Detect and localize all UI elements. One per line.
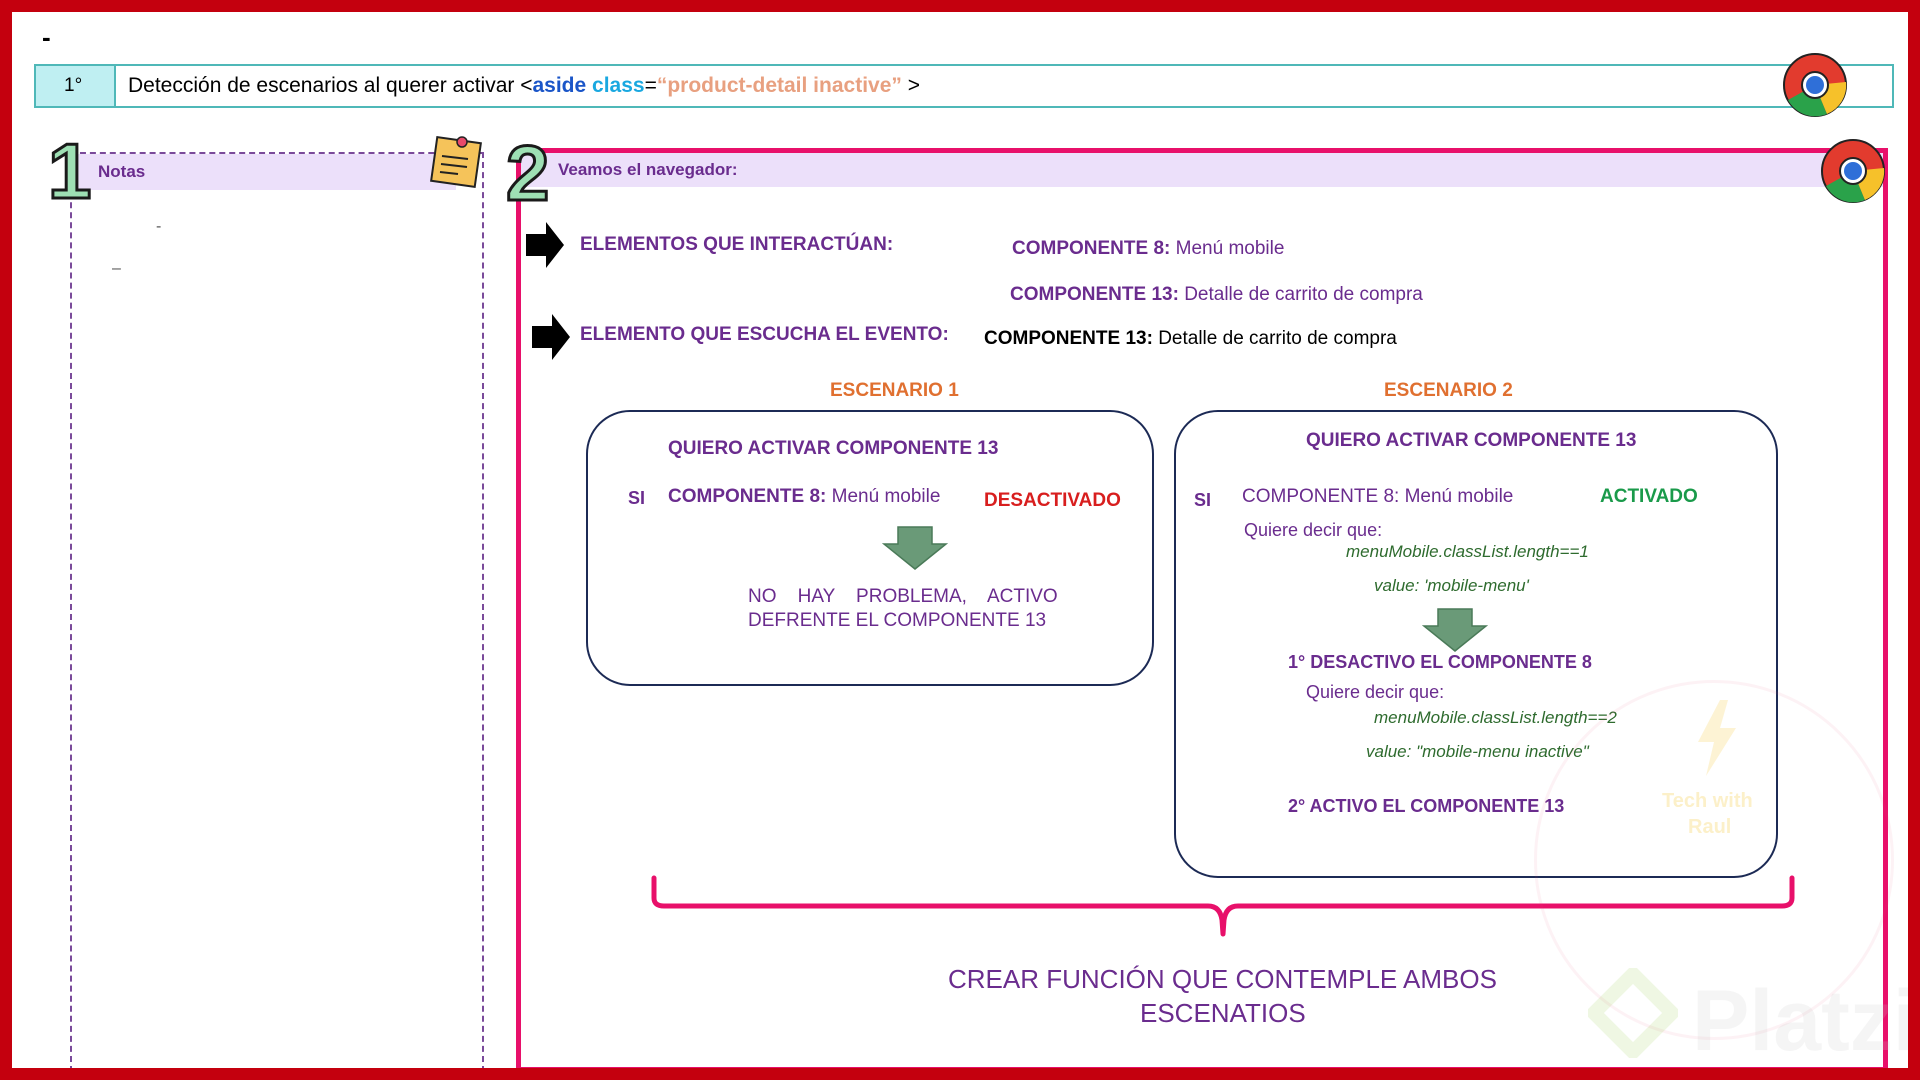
platzi-logo-icon — [1588, 968, 1678, 1058]
scenario-2-value-2: value: "mobile-menu inactive" — [1366, 742, 1589, 761]
header-bar: 1° Detección de escenarios al querer act… — [34, 64, 1894, 108]
interact-label: ELEMENTOS QUE INTERACTÚAN: — [580, 234, 894, 255]
header-step: 1° — [64, 75, 83, 96]
scenario-1-component-text: Menú mobile — [826, 486, 941, 507]
header-tag: aside — [532, 74, 587, 97]
header-equals: = — [644, 74, 657, 97]
scenario-1-status: DESACTIVADO — [984, 490, 1121, 511]
chrome-icon — [1783, 53, 1847, 117]
header-title: Detección de escenarios al querer activa… — [128, 74, 920, 98]
watermark-tech-line-2: Raul — [1688, 816, 1732, 838]
notes-dash-1: - — [156, 218, 162, 235]
chrome-icon-panel — [1821, 139, 1885, 203]
arrow-down-icon — [1422, 608, 1488, 652]
sticky-note-icon — [430, 136, 482, 188]
watermark-brand: Platzi — [1692, 973, 1908, 1068]
listen-component-13-label: COMPONENTE 13: — [984, 328, 1153, 349]
arrow-right-icon — [526, 222, 564, 268]
arrow-right-icon — [532, 314, 570, 360]
interact-component-13-text: Detalle de carrito de compra — [1178, 284, 1423, 305]
header-suffix: > — [901, 74, 920, 97]
scenario-2-component: COMPONENTE 8: Menú mobile — [1242, 486, 1514, 507]
header-title-prefix: Detección de escenarios al querer activa… — [128, 74, 533, 97]
scenario-2-step-1: 1° DESACTIVO EL COMPONENTE 8 — [1288, 652, 1592, 672]
arrow-down-icon — [882, 526, 948, 570]
notes-dash-2: – — [112, 260, 121, 277]
scenario-1-title: ESCENARIO 1 — [830, 380, 959, 401]
scenario-1-result-line-1: NO HAY PROBLEMA, ACTIVO — [748, 586, 1058, 607]
scenario-2-means-2: Quiere decir que: — [1306, 682, 1445, 702]
browser-number: 2 — [504, 128, 550, 219]
listen-component-13: COMPONENTE 13: Detalle de carrito de com… — [984, 328, 1397, 350]
scenario-2-step-2: 2° ACTIVO EL COMPONENTE 13 — [1288, 796, 1565, 816]
conclusion-line-1: CREAR FUNCIÓN QUE CONTEMPLE AMBOS — [948, 964, 1497, 994]
header-value: “product-detail inactive” — [656, 74, 902, 97]
notes-panel — [70, 152, 484, 1068]
scenario-2-means-1: Quiere decir que: — [1244, 520, 1383, 540]
conclusion-line-2: ESCENATIOS — [1140, 998, 1306, 1028]
scenario-1-si: SI — [628, 488, 646, 508]
scenario-2-heading: QUIERO ACTIVAR COMPONENTE 13 — [1306, 430, 1637, 451]
interact-component-13: COMPONENTE 13: Detalle de carrito de com… — [1010, 284, 1423, 306]
interact-component-8-label: COMPONENTE 8: — [1012, 238, 1171, 259]
scenario-2-code-2: menuMobile.classList.length==2 — [1374, 708, 1617, 727]
listen-label: ELEMENTO QUE ESCUCHA EL EVENTO: — [580, 324, 949, 345]
scenario-2-si: SI — [1194, 490, 1212, 510]
scenario-2-title: ESCENARIO 2 — [1384, 380, 1513, 401]
header-attr: class — [592, 74, 645, 97]
interact-component-13-label: COMPONENTE 13: — [1010, 284, 1179, 305]
watermark-tech-line-1: Tech with — [1662, 790, 1753, 812]
notes-number: 1 — [46, 126, 92, 217]
scenario-2-status: ACTIVADO — [1600, 486, 1698, 507]
lightning-icon — [1698, 700, 1736, 776]
scenario-1-result-line-2: DEFRENTE EL COMPONENTE 13 — [748, 610, 1047, 631]
notes-title: Notas — [98, 162, 146, 181]
browser-title: Veamos el navegador: — [558, 160, 738, 179]
scenario-1-component: COMPONENTE 8: Menú mobile — [668, 486, 940, 508]
listen-component-13-text: Detalle de carrito de compra — [1152, 328, 1397, 349]
scenario-1-heading: QUIERO ACTIVAR COMPONENTE 13 — [668, 438, 999, 459]
scenario-2-code-1: menuMobile.classList.length==1 — [1346, 542, 1589, 561]
interact-component-8: COMPONENTE 8: Menú mobile — [1012, 238, 1284, 260]
scenario-2-value-1: value: 'mobile-menu' — [1374, 576, 1529, 595]
slide-frame: - 1° Detección de escenarios al querer a… — [12, 12, 1908, 1068]
top-dash: - — [42, 22, 51, 52]
scenario-1-component-label: COMPONENTE 8: — [668, 486, 827, 507]
interact-component-8-text: Menú mobile — [1170, 238, 1285, 259]
